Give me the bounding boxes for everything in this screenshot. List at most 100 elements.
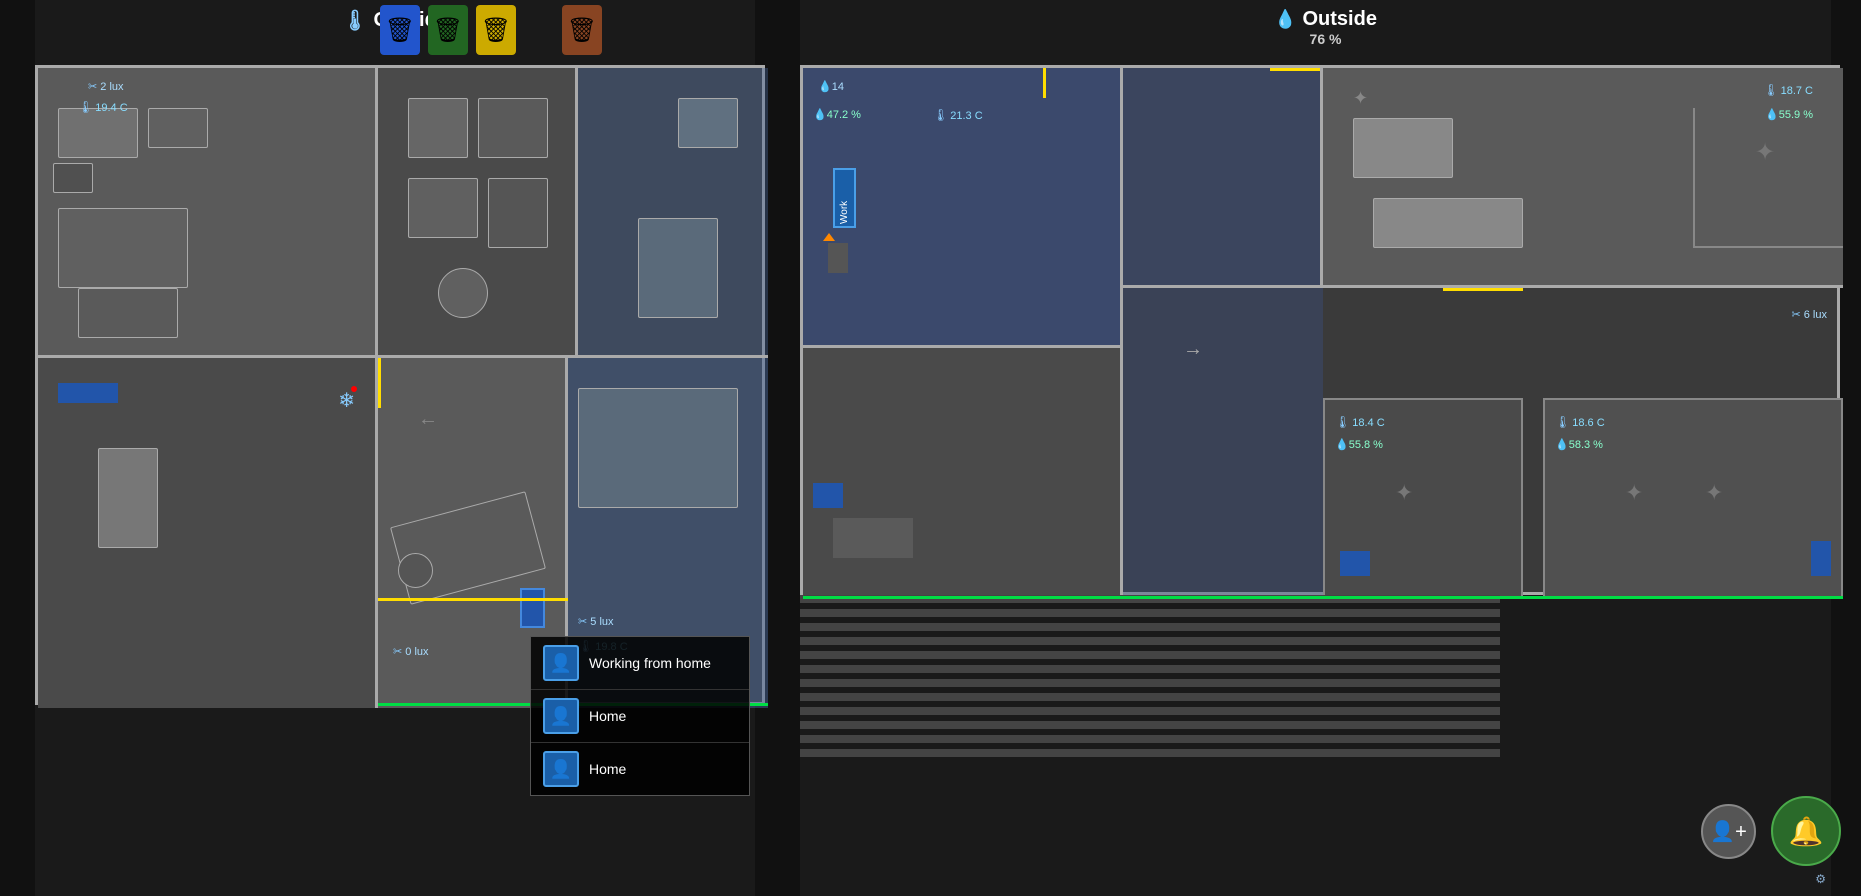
fan-sub2b: ✦: [1705, 480, 1723, 506]
notif-icon-2: 👤: [543, 751, 579, 787]
right-topleft-temp: 🌡21.3 C: [933, 108, 983, 122]
bottommid-lux-label: ✂ 0 lux: [393, 645, 429, 658]
device-small: [520, 588, 545, 628]
right-outside-label: Outside: [1302, 8, 1376, 31]
appliance-round: [438, 268, 488, 318]
furniture-bl1: [98, 448, 158, 548]
right-panel: 💧 Outside 76 % 💧14 💧47.2 % 🌡21.3 C Work: [790, 0, 1861, 896]
yellow-marker-top: [1270, 68, 1320, 71]
sub-room-tr: ✦: [1693, 108, 1843, 248]
stripe-12: [800, 749, 1500, 757]
right-room-topleft: 💧14 💧47.2 % 🌡21.3 C Work: [803, 68, 1123, 348]
left-room-topright: [578, 68, 768, 358]
furniture-speaker: [53, 163, 93, 193]
trash-icons-container: 🗑 🗑 🗑 🗑: [380, 5, 602, 55]
fan-sub1: ✦: [1395, 480, 1413, 506]
furniture-desk: [58, 108, 138, 158]
br-sub2-humidity: 💧58.3 %: [1555, 438, 1603, 451]
topleft-temp-label: 🌡19.4 C: [78, 100, 128, 114]
furniture-rbl1: [833, 518, 913, 558]
br-sub1-temp: 🌡18.4 C: [1335, 415, 1385, 429]
arrow-left: ←: [418, 408, 438, 431]
right-room-br-sub2: 🌡18.6 C 💧58.3 % ✦ ✦: [1543, 398, 1843, 598]
wall-device: [828, 243, 848, 273]
left-room-topleft: ✂ 2 lux 🌡19.4 C: [38, 68, 378, 358]
right-room-topright: 🌡18.7 C 💧55.9 % ✦ ✦: [1323, 68, 1843, 288]
furniture-tr1: [678, 98, 738, 148]
right-topright-temp: 🌡18.7 C: [1763, 83, 1813, 97]
notif-text-2: Home: [589, 761, 626, 777]
furniture-tr2: [638, 218, 718, 318]
furniture-monitor: [148, 108, 208, 148]
left-dark-bar: [0, 0, 35, 896]
notif-item-2[interactable]: 👤 Home: [531, 743, 749, 795]
right-corridor: →: [1123, 288, 1323, 598]
trash-green[interactable]: 🗑: [428, 5, 468, 55]
bottomright-lux-label: ✂ 5 lux: [578, 615, 614, 628]
door-yellow-mid: [1443, 288, 1523, 291]
furniture-rtr2: [1373, 198, 1523, 248]
notif-text-1: Home: [589, 708, 626, 724]
trash-blue[interactable]: 🗑: [380, 5, 420, 55]
appliance-3: [408, 178, 478, 238]
appliance-2: [478, 98, 548, 158]
furniture-br1: [578, 388, 738, 508]
door-line-1: [378, 358, 381, 408]
character-icon: [823, 233, 835, 241]
stripe-8: [800, 693, 1500, 701]
notification-button[interactable]: 🔔: [1771, 796, 1841, 866]
stripe-3: [800, 623, 1500, 631]
device-sub2: [1811, 541, 1831, 576]
add-person-button[interactable]: 👤+: [1701, 804, 1756, 859]
left-room-topmid: [378, 68, 578, 358]
right-room-bottomleft: [803, 348, 1123, 598]
notif-item-0[interactable]: 👤 Working from home: [531, 637, 749, 690]
work-label: Work: [833, 168, 856, 228]
ac-red-dot: [351, 386, 357, 392]
right-lux-label: ✂ 6 lux: [1791, 308, 1827, 321]
notif-icon-0: 👤: [543, 645, 579, 681]
notif-item-1[interactable]: 👤 Home: [531, 690, 749, 743]
notification-popup: 👤 Working from home 👤 Home 👤 Home: [530, 636, 750, 796]
right-topleft-humidity-val: 💧14: [818, 80, 844, 93]
stripe-5: [800, 651, 1500, 659]
fan-icon: ✦: [1755, 138, 1775, 167]
fan-unit-1: ✦: [1353, 88, 1368, 109]
ac-unit: [58, 383, 118, 403]
furniture-couch: [58, 208, 188, 288]
stripe-10: [800, 721, 1500, 729]
br-sub1-humidity: 💧55.8 %: [1335, 438, 1383, 451]
device-bl: [813, 483, 843, 508]
speaker: [398, 553, 433, 588]
stripe-9: [800, 707, 1500, 715]
right-topright-humidity: 💧55.9 %: [1765, 108, 1813, 121]
left-room-bottomleft: ❄: [38, 358, 378, 708]
furniture-rtr1: [1353, 118, 1453, 178]
right-room-br-sub1: 🌡18.4 C 💧55.8 % ✦: [1323, 398, 1523, 598]
bell-icon: 🔔: [1789, 815, 1824, 848]
right-outside-header: 💧 Outside 76 %: [1274, 8, 1377, 47]
door-yellow-top1: [1043, 68, 1046, 98]
stripe-11: [800, 735, 1500, 743]
left-panel: 🌡 Outside 10 C 🗑 🗑 🗑 🗑 ✂ 2 lux 🌡19.4 C: [0, 0, 790, 896]
topleft-lux-label: ✂ 2 lux: [88, 80, 124, 93]
bottom-controls: 👤+ 🔔: [1701, 796, 1841, 866]
appliance-4: [488, 178, 548, 248]
stripe-2: [800, 609, 1500, 617]
trash-yellow[interactable]: 🗑: [476, 5, 516, 55]
right-panel-left-bar: [790, 0, 800, 896]
furniture-table: [78, 288, 178, 338]
notif-icon-1: 👤: [543, 698, 579, 734]
add-person-icon: 👤+: [1710, 819, 1747, 844]
right-room-topmid: [1123, 68, 1323, 288]
arrow-right: →: [1183, 338, 1203, 361]
striped-parking-area: [800, 595, 1500, 785]
left-floor-plan: ✂ 2 lux 🌡19.4 C: [35, 65, 765, 705]
door-line-2: [378, 598, 568, 601]
notif-text-0: Working from home: [589, 655, 711, 671]
trash-brown[interactable]: 🗑: [562, 5, 602, 55]
stripe-4: [800, 637, 1500, 645]
right-topleft-humidity-pct: 💧47.2 %: [813, 108, 861, 121]
right-outside-humidity: 76 %: [1310, 31, 1342, 47]
appliance-1: [408, 98, 468, 158]
